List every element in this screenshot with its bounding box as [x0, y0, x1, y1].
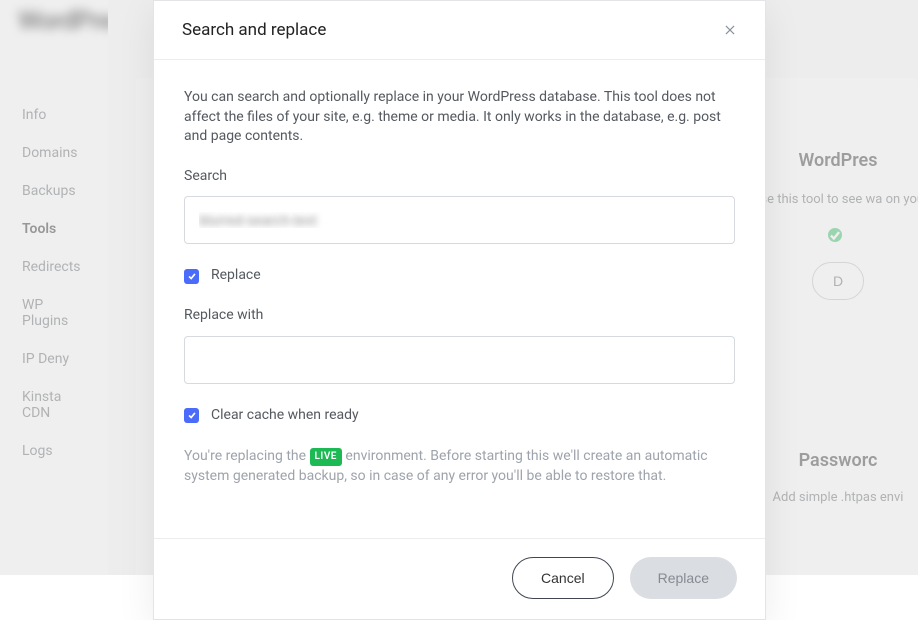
search-input[interactable]	[184, 196, 735, 244]
cancel-button[interactable]: Cancel	[512, 557, 614, 599]
search-replace-modal: Search and replace You can search and op…	[153, 0, 766, 620]
replace-with-input[interactable]	[184, 336, 735, 384]
clear-cache-row: Clear cache when ready	[184, 406, 735, 426]
search-label: Search	[184, 167, 735, 187]
note-prefix: You're replacing the	[184, 448, 310, 464]
replace-checkbox-row: Replace	[184, 266, 735, 286]
modal-header: Search and replace	[154, 1, 765, 60]
replace-with-block: Replace with	[184, 306, 735, 384]
modal-description: You can search and optionally replace in…	[184, 88, 735, 147]
environment-note: You're replacing the LIVE environment. B…	[184, 447, 735, 486]
close-icon[interactable]	[721, 21, 739, 39]
modal-footer: Cancel Replace	[154, 538, 765, 619]
replace-button[interactable]: Replace	[630, 557, 737, 599]
replace-with-label: Replace with	[184, 306, 735, 326]
clear-cache-checkbox[interactable]	[184, 408, 199, 423]
live-badge: LIVE	[310, 448, 342, 466]
replace-checkbox-label: Replace	[211, 266, 261, 286]
replace-checkbox[interactable]	[184, 269, 199, 284]
modal-body: You can search and optionally replace in…	[154, 60, 765, 508]
modal-title: Search and replace	[182, 20, 326, 40]
clear-cache-label: Clear cache when ready	[211, 406, 359, 426]
